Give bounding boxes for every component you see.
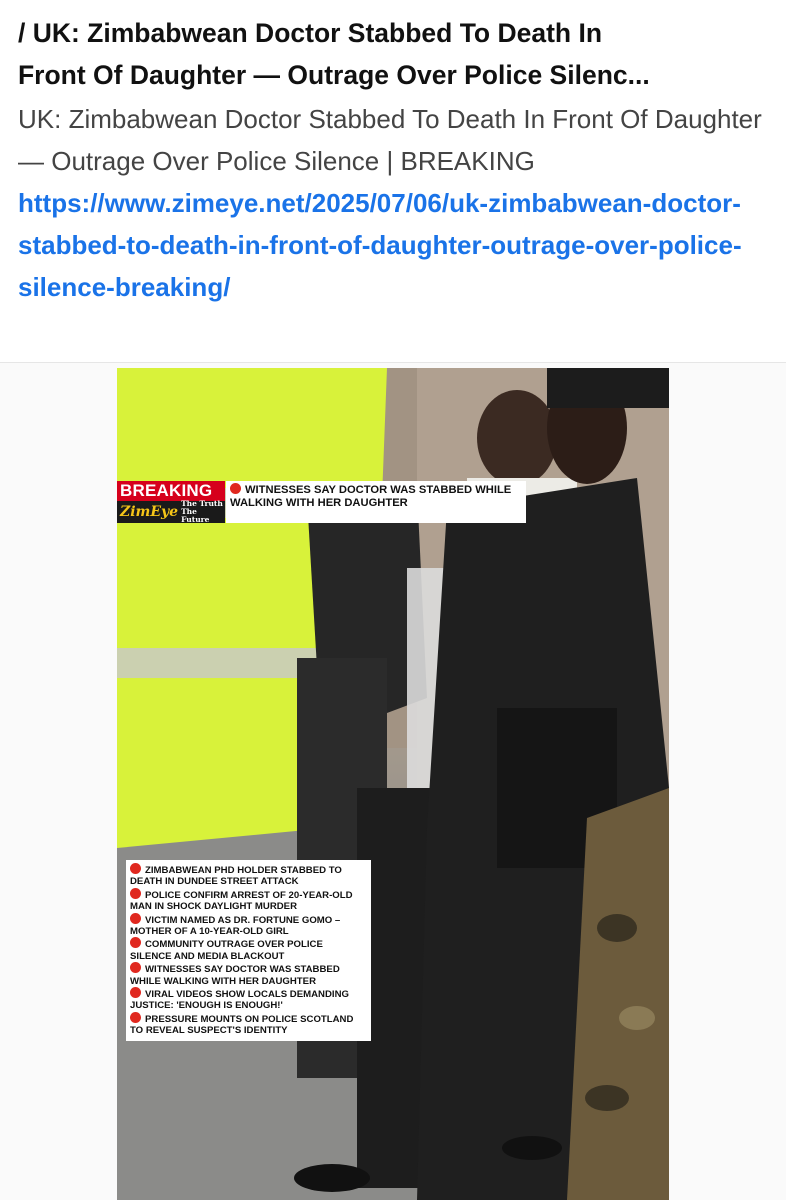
list-item: POLICE CONFIRM ARREST OF 20-YEAR-OLD MAN… <box>130 887 367 913</box>
headline-text: WITNESSES SAY DOCTOR WAS STABBED WHILE W… <box>230 484 512 509</box>
post-body-text: UK: Zimbabwean Doctor Stabbed To Death I… <box>18 104 762 176</box>
list-item: WITNESSES SAY DOCTOR WAS STABBED WHILE W… <box>130 962 367 987</box>
bullet-text: POLICE CONFIRM ARREST OF 20-YEAR-OLD MAN… <box>130 889 353 913</box>
bullet-list: ZIMBABWEAN PhD HOLDER STABBED TO DEATH I… <box>126 860 371 1041</box>
red-dot-icon <box>130 962 141 974</box>
bullet-text: ZIMBABWEAN PhD HOLDER STABBED TO DEATH I… <box>130 865 342 888</box>
headline-overlay: WITNESSES SAY DOCTOR WAS STABBED WHILE W… <box>226 481 526 523</box>
list-item: ZIMBABWEAN PhD HOLDER STABBED TO DEATH I… <box>130 863 367 888</box>
zimeye-logo: ZimEye The Truth The Future <box>117 500 225 524</box>
bullet-text: VICTIM NAMED AS DR. FORTUNE GOMO – MOTHE… <box>130 914 341 938</box>
logo-tagline: The Truth The Future <box>181 500 225 524</box>
bullet-text: PRESSURE MOUNTS ON POLICE SCOTLAND TO RE… <box>130 1013 354 1037</box>
red-dot-icon <box>230 483 241 494</box>
red-dot-icon <box>130 1011 141 1023</box>
bullet-text: WITNESSES SAY DOCTOR WAS STABBED WHILE W… <box>130 964 340 987</box>
logo-tagline-2: The Future <box>181 507 210 524</box>
list-item: PRESSURE MOUNTS ON POLICE SCOTLAND TO RE… <box>130 1011 367 1037</box>
post-title-line-2: Front Of Daughter — Outrage Over Police … <box>18 60 650 90</box>
list-item: VIRAL VIDEOS SHOW LOCALS DEMANDING JUSTI… <box>130 987 367 1012</box>
red-dot-icon <box>130 937 141 949</box>
bullet-text: COMMUNITY OUTRAGE OVER POLICE SILENCE AN… <box>130 939 323 962</box>
list-item: VICTIM NAMED AS DR. FORTUNE GOMO – MOTHE… <box>130 912 367 938</box>
red-dot-icon <box>130 987 141 999</box>
post-title-line-1: / UK: Zimbabwean Doctor Stabbed To Death… <box>18 18 603 48</box>
red-dot-icon <box>130 887 141 899</box>
article-link[interactable]: https://www.zimeye.net/2025/07/06/uk-zim… <box>18 188 742 302</box>
bullet-text: VIRAL VIDEOS SHOW LOCALS DEMANDING JUSTI… <box>130 989 349 1012</box>
breaking-banner: BREAKING <box>117 481 225 501</box>
list-item: COMMUNITY OUTRAGE OVER POLICE SILENCE AN… <box>130 937 367 962</box>
post-title: / UK: Zimbabwean Doctor Stabbed To Death… <box>18 12 770 96</box>
red-dot-icon <box>130 863 141 874</box>
post-body: UK: Zimbabwean Doctor Stabbed To Death I… <box>18 98 770 308</box>
logo-wordmark: ZimEye <box>120 504 179 520</box>
red-dot-icon <box>130 912 141 924</box>
